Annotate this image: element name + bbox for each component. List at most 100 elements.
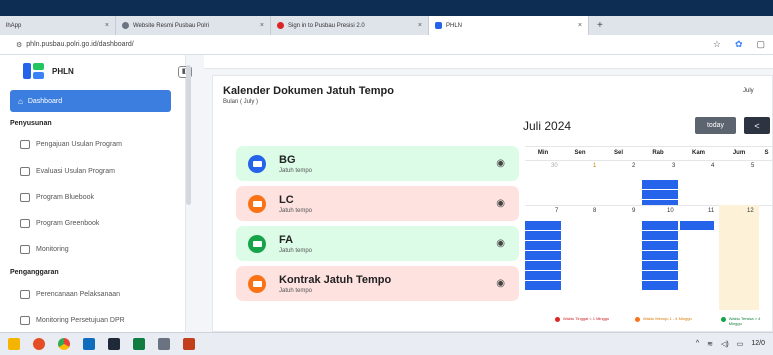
tray-caret-icon[interactable]: ^ — [696, 340, 699, 348]
today-button[interactable]: today — [695, 117, 736, 134]
calendar-event[interactable] — [642, 200, 678, 205]
calendar-event[interactable] — [642, 281, 678, 290]
tray-date: 12/0 — [751, 340, 765, 347]
day-number[interactable]: 3 — [672, 163, 675, 169]
eye-icon[interactable]: ◉ — [496, 158, 505, 169]
eye-icon[interactable]: ◉ — [496, 238, 505, 249]
document-plus-icon — [20, 167, 30, 176]
weekday-header: Rab — [652, 150, 664, 156]
mail-icon — [248, 234, 266, 253]
wifi-icon[interactable]: ≋ — [707, 340, 713, 348]
month-select[interactable]: July — [743, 88, 754, 94]
explorer-icon[interactable] — [8, 338, 20, 350]
tab-1[interactable]: lhApp × — [0, 16, 116, 35]
system-tray: ^ ≋ ◁) ▭ 12/0 — [696, 340, 765, 348]
today-highlight — [719, 205, 759, 310]
day-number[interactable]: 11 — [708, 208, 714, 214]
site-info-icon[interactable]: ⚙ — [16, 41, 22, 49]
sidebar-item-dashboard[interactable]: ⌂ Dashboard — [10, 90, 171, 112]
day-number[interactable]: 8 — [593, 208, 596, 214]
address-bar[interactable]: ⚙ phln.pusbau.polri.go.id/dashboard/ ☆ ✿… — [0, 35, 773, 55]
sidebar-item-label: Monitoring — [36, 246, 69, 253]
calendar-event[interactable] — [525, 221, 561, 230]
calendar-event[interactable] — [642, 231, 678, 240]
document-name: BG — [279, 153, 296, 166]
calendar-event[interactable] — [525, 281, 561, 290]
tab-2-label: Website Resmi Pusbau Polri — [133, 22, 209, 29]
calendar-event[interactable] — [525, 231, 561, 240]
document-item-fa[interactable]: FA Jatuh tempo ◉ — [236, 226, 519, 261]
close-icon[interactable]: × — [254, 22, 264, 29]
document-item-lc[interactable]: LC Jatuh tempo ◉ — [236, 186, 519, 221]
calendar-month-title: Juli 2024 — [523, 119, 572, 133]
calendar-event[interactable] — [642, 190, 678, 199]
home-icon — [20, 140, 30, 149]
excel-icon[interactable] — [133, 338, 145, 350]
legend-label: Waktu Tinggal < 1 Minggu — [563, 316, 610, 321]
day-number[interactable]: 30 — [551, 163, 558, 169]
day-number[interactable]: 9 — [632, 208, 635, 214]
calendar-event[interactable] — [642, 241, 678, 250]
day-number[interactable]: 7 — [555, 208, 558, 214]
sidebar-item-pengajuan[interactable]: Pengajuan Usulan Program — [20, 140, 122, 149]
calendar-event[interactable] — [642, 221, 678, 230]
home-icon: ⌂ — [18, 96, 23, 106]
tab-3[interactable]: Sign in to Pusbau Presisi 2.0 × — [271, 16, 429, 35]
eye-icon[interactable]: ◉ — [496, 198, 505, 209]
prev-month-button[interactable]: < — [744, 117, 770, 134]
day-number[interactable]: 5 — [751, 163, 754, 169]
sidebar-item-greenbook[interactable]: Program Greenbook — [20, 219, 99, 228]
eye-icon[interactable]: ◉ — [496, 278, 505, 289]
sidebar-item-monitoring-dpr[interactable]: Monitoring Persetujuan DPR — [20, 316, 125, 325]
sidebar-item-bluebook[interactable]: Program Bluebook — [20, 193, 94, 202]
mail-icon[interactable] — [83, 338, 95, 350]
document-item-bg[interactable]: BG Jatuh tempo ◉ — [236, 146, 519, 181]
day-number[interactable]: 1 — [593, 163, 596, 169]
sidebar-item-evaluasi[interactable]: Evaluasi Usulan Program — [20, 167, 115, 176]
calendar-event[interactable] — [525, 271, 561, 280]
powerpoint-icon[interactable] — [183, 338, 195, 350]
menu-icon[interactable]: ▢ — [756, 39, 765, 50]
browser-actions: ☆ ✿ ▢ — [713, 39, 765, 50]
tab-4[interactable]: PHLN × — [429, 16, 589, 35]
day-number[interactable]: 12 — [747, 208, 754, 214]
star-icon[interactable]: ☆ — [713, 39, 721, 50]
day-number[interactable]: 2 — [632, 163, 635, 169]
calendar-event[interactable] — [525, 261, 561, 270]
tab-1-label: lhApp — [6, 22, 22, 29]
tab-2[interactable]: Website Resmi Pusbau Polri × — [116, 16, 271, 35]
close-icon[interactable]: × — [99, 22, 109, 29]
calendar-event[interactable] — [642, 180, 678, 189]
legend-item: Waktu Menuju 1 - 4 Minggu — [635, 316, 692, 322]
files-icon[interactable] — [158, 338, 170, 350]
sidebar-item-monitoring[interactable]: Monitoring — [20, 245, 69, 254]
app-icon[interactable] — [33, 338, 45, 350]
extension-icon[interactable]: ✿ — [735, 39, 743, 50]
calendar-event[interactable] — [642, 271, 678, 280]
calendar-event[interactable] — [525, 251, 561, 260]
close-icon[interactable]: × — [572, 22, 582, 29]
calendar-event[interactable] — [525, 241, 561, 250]
close-icon[interactable]: × — [412, 22, 422, 29]
sidebar-scrollbar[interactable] — [186, 65, 191, 205]
phln-favicon-icon — [435, 22, 442, 29]
battery-icon[interactable]: ▭ — [737, 340, 744, 348]
document-status: Jatuh tempo — [279, 287, 313, 294]
volume-icon[interactable]: ◁) — [721, 340, 729, 348]
url-field[interactable]: ⚙ phln.pusbau.polri.go.id/dashboard/ — [16, 41, 134, 49]
document-item-kontrak[interactable]: Kontrak Jatuh Tempo Jatuh tempo ◉ — [236, 266, 519, 301]
calendar-event[interactable] — [680, 221, 714, 230]
main-content: Kalender Dokumen Jatuh Tempo Bulan ( Jul… — [204, 55, 773, 332]
chrome-icon[interactable] — [58, 338, 70, 350]
day-number[interactable]: 4 — [711, 163, 714, 169]
sidebar-item-perencanaan[interactable]: Perencanaan Pelaksanaan — [20, 290, 120, 299]
day-number[interactable]: 10 — [667, 208, 674, 214]
terminal-icon[interactable] — [108, 338, 120, 350]
url-text: phln.pusbau.polri.go.id/dashboard/ — [26, 41, 134, 48]
calendar-event[interactable] — [642, 261, 678, 270]
legend-label: Waktu Menuju 1 - 4 Minggu — [643, 316, 692, 321]
checkbox-icon — [20, 290, 30, 299]
calendar-event[interactable] — [642, 251, 678, 260]
mail-icon — [248, 274, 266, 293]
new-tab-button[interactable]: + — [589, 20, 611, 31]
